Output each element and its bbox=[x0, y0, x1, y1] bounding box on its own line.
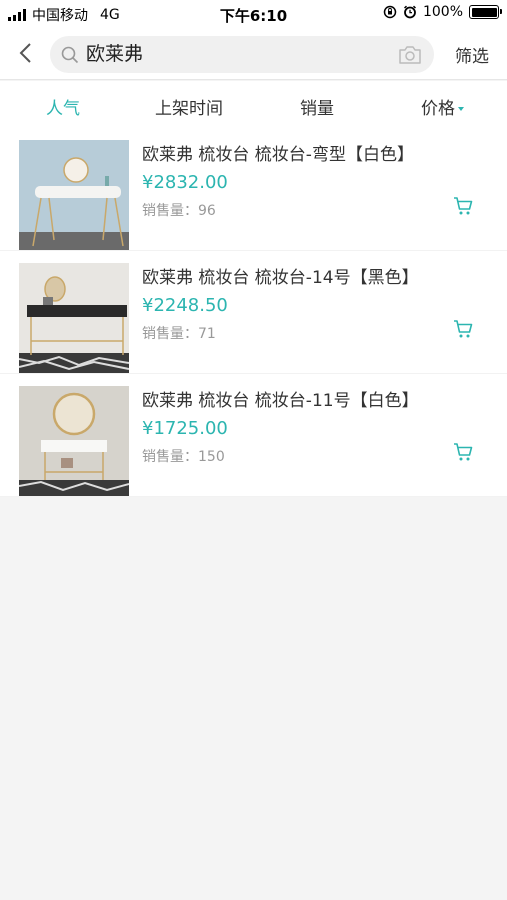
sales-label: 销售量： bbox=[142, 326, 198, 342]
battery-percent: 100% bbox=[422, 4, 463, 20]
sales-count: 71 bbox=[198, 326, 216, 342]
back-icon[interactable] bbox=[14, 40, 38, 66]
alarm-icon bbox=[403, 5, 416, 19]
sort-tab-label: 人气 bbox=[46, 99, 80, 119]
camera-icon[interactable] bbox=[398, 44, 422, 65]
search-box[interactable] bbox=[50, 36, 434, 73]
status-right: 100% bbox=[383, 4, 502, 20]
sort-tab-label: 价格 bbox=[421, 99, 455, 119]
sort-bar: 人气 上架时间 销量 价格 bbox=[0, 81, 507, 128]
sales-count: 150 bbox=[198, 449, 225, 465]
sales-label: 销售量： bbox=[142, 449, 198, 465]
search-input[interactable] bbox=[86, 36, 386, 73]
status-bar: 中国移动 4G 下午6:10 100% bbox=[0, 0, 507, 28]
product-title[interactable]: 欧莱弗 梳妆台 梳妆台-14号【黑色】 bbox=[142, 263, 419, 288]
battery-icon bbox=[469, 5, 502, 19]
rotation-lock-icon bbox=[383, 5, 397, 19]
product-price: ¥2832.00 bbox=[142, 172, 228, 193]
search-header: 筛选 bbox=[0, 28, 507, 80]
product-image[interactable] bbox=[19, 386, 129, 496]
product-price: ¥2248.50 bbox=[142, 295, 228, 316]
product-item[interactable]: 欧莱弗 梳妆台 梳妆台-14号【黑色】 ¥2248.50 销售量：71 bbox=[0, 251, 507, 374]
sales-count: 96 bbox=[198, 203, 216, 219]
product-list: 欧莱弗 梳妆台 梳妆台-弯型【白色】 ¥2832.00 销售量：96 欧莱弗 梳… bbox=[0, 128, 507, 497]
sort-tab-price[interactable]: 价格 bbox=[421, 94, 464, 119]
sort-tab-newest[interactable]: 上架时间 bbox=[155, 94, 223, 119]
search-icon bbox=[61, 46, 79, 64]
cart-icon[interactable] bbox=[452, 195, 474, 217]
product-sales: 销售量：71 bbox=[142, 323, 216, 343]
sort-tab-popularity[interactable]: 人气 bbox=[46, 94, 80, 119]
product-price: ¥1725.00 bbox=[142, 418, 228, 439]
cart-icon[interactable] bbox=[452, 441, 474, 463]
product-sales: 销售量：150 bbox=[142, 446, 225, 466]
sales-label: 销售量： bbox=[142, 203, 198, 219]
product-title[interactable]: 欧莱弗 梳妆台 梳妆台-11号【白色】 bbox=[142, 386, 419, 411]
filter-button[interactable]: 筛选 bbox=[455, 42, 489, 67]
product-image[interactable] bbox=[19, 263, 129, 373]
product-item[interactable]: 欧莱弗 梳妆台 梳妆台-弯型【白色】 ¥2832.00 销售量：96 bbox=[0, 128, 507, 251]
cart-icon[interactable] bbox=[452, 318, 474, 340]
sort-arrow-icon bbox=[458, 107, 464, 111]
product-item[interactable]: 欧莱弗 梳妆台 梳妆台-11号【白色】 ¥1725.00 销售量：150 bbox=[0, 374, 507, 497]
sort-tab-sales[interactable]: 销量 bbox=[300, 94, 334, 119]
sort-tab-label: 上架时间 bbox=[155, 99, 223, 119]
product-title[interactable]: 欧莱弗 梳妆台 梳妆台-弯型【白色】 bbox=[142, 140, 414, 165]
sort-tab-label: 销量 bbox=[300, 99, 334, 119]
product-image[interactable] bbox=[19, 140, 129, 250]
product-sales: 销售量：96 bbox=[142, 200, 216, 220]
